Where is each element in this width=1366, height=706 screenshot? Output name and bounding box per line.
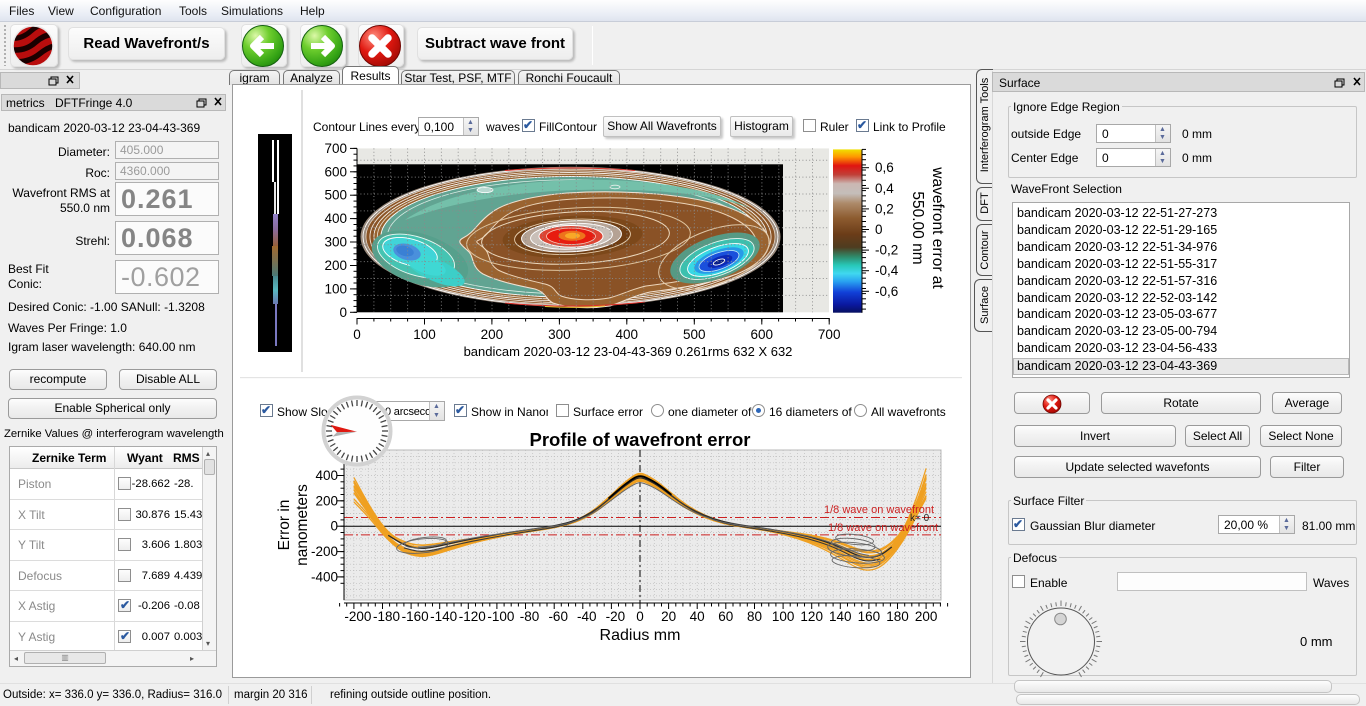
svg-text:0: 0 [330,519,338,534]
svg-text:600: 600 [751,327,774,342]
svg-text:0: 0 [875,222,883,237]
svg-text:500: 500 [324,188,347,203]
svg-text:-0,6: -0,6 [875,284,898,299]
svg-text:-200: -200 [311,544,338,559]
svg-text:0: 0 [636,609,644,624]
svg-text:-400: -400 [311,569,338,584]
svg-text:-0,4: -0,4 [875,263,899,278]
svg-text:500: 500 [683,327,706,342]
svg-text:200: 200 [481,327,504,342]
svg-text:0,4: 0,4 [875,181,894,196]
svg-text:140: 140 [829,609,852,624]
svg-text:40: 40 [690,609,705,624]
svg-text:-80: -80 [520,609,540,624]
svg-text:-180: -180 [373,609,400,624]
svg-text:Error in: Error in [276,500,293,551]
svg-text:0,2: 0,2 [875,201,894,216]
svg-text:0: 0 [353,327,361,342]
svg-text:100: 100 [772,609,795,624]
svg-text:Radius mm: Radius mm [600,627,681,644]
svg-text:200: 200 [915,609,938,624]
svg-text:0,6: 0,6 [875,160,894,175]
svg-text:wavefront error at: wavefront error at [929,166,946,289]
svg-text:k= 0: k= 0 [910,513,930,524]
svg-text:nanometers: nanometers [294,484,311,566]
svg-text:200: 200 [324,258,347,273]
svg-text:100: 100 [324,281,347,296]
svg-text:bandicam 2020-03-12 23-04-43-3: bandicam 2020-03-12 23-04-43-369 0.261rm… [464,344,793,359]
svg-text:-20: -20 [606,609,626,624]
svg-text:-200: -200 [344,609,371,624]
svg-text:300: 300 [324,235,347,250]
svg-text:160: 160 [858,609,881,624]
svg-text:0: 0 [339,305,347,320]
svg-text:-100: -100 [487,609,514,624]
svg-text:100: 100 [413,327,436,342]
svg-text:180: 180 [886,609,909,624]
svg-text:550.00 nm: 550.00 nm [909,191,926,264]
svg-text:60: 60 [718,609,733,624]
svg-text:20: 20 [661,609,676,624]
svg-text:700: 700 [324,141,347,156]
svg-text:-60: -60 [548,609,568,624]
svg-text:-40: -40 [577,609,597,624]
svg-text:700: 700 [818,327,841,342]
svg-text:120: 120 [800,609,823,624]
svg-text:200: 200 [315,493,338,508]
svg-text:80: 80 [747,609,762,624]
svg-text:400: 400 [616,327,639,342]
svg-text:-120: -120 [459,609,486,624]
svg-text:-140: -140 [430,609,457,624]
svg-text:300: 300 [548,327,571,342]
svg-text:400: 400 [315,468,338,483]
svg-text:-0,2: -0,2 [875,243,898,258]
svg-text:-160: -160 [402,609,429,624]
svg-text:600: 600 [324,164,347,179]
svg-text:Profile of wavefront error: Profile of wavefront error [529,429,750,450]
svg-text:400: 400 [324,211,347,226]
